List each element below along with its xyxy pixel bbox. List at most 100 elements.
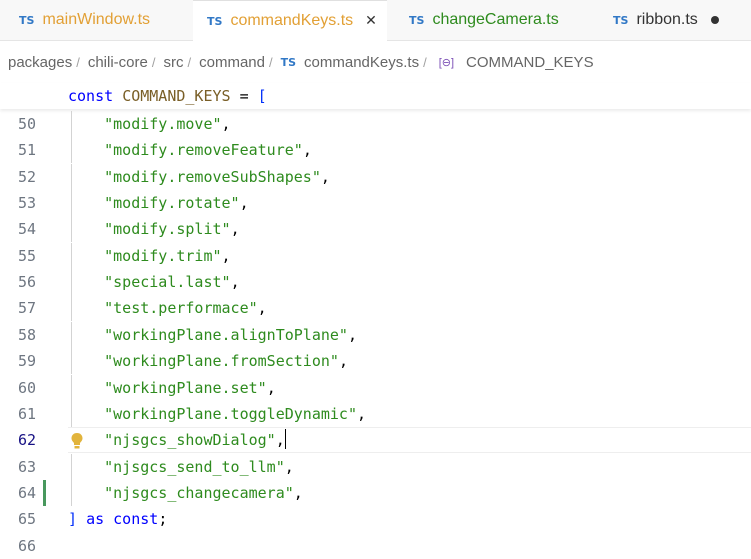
sticky-scroll-line[interactable]: const COMMAND_KEYS = [ [0,83,751,109]
unsaved-dot-icon[interactable] [710,16,719,24]
line-code: "modify.split", [68,216,240,242]
close-bracket: ] [68,510,78,529]
breadcrumb-file[interactable]: commandKeys.ts [304,54,419,71]
keyword-const: const [113,510,159,529]
keyword-const: const [68,87,114,105]
typescript-file-icon: TS [280,55,297,69]
comma: , [357,404,367,423]
code-line[interactable]: 50 "modify.move", [0,111,751,137]
line-code: "test.performace", [68,295,267,321]
typescript-file-icon: TS [207,14,223,28]
breadcrumb-separator: / [76,54,80,70]
line-number: 61 [17,404,36,423]
code-line[interactable]: 56 "special.last", [0,269,751,296]
code-line[interactable]: 55 "modify.trim", [0,242,751,269]
line-number: 51 [17,141,36,160]
comma: , [347,325,357,344]
string-literal: "njsgcs_showDialog" [104,431,276,450]
line-number: 55 [17,246,36,265]
comma: , [230,220,240,239]
git-added-gutter-marker[interactable] [43,479,46,506]
tab-mainwindow[interactable]: TS mainWindow.ts [0,0,192,40]
typescript-file-icon: TS [613,13,629,27]
variable-name: COMMAND_KEYS [122,87,231,105]
code-line[interactable]: 62 "njsgcs_showDialog", [0,427,751,454]
tab-changecamera[interactable]: TS changeCamera.ts [388,0,595,40]
tab-commandkeys[interactable]: TS commandKeys.ts ✕ [193,0,387,41]
line-number: 59 [17,352,36,371]
line-number: 65 [17,510,36,529]
line-code: "workingPlane.set", [68,375,276,401]
string-literal: "workingPlane.toggleDynamic" [104,404,357,423]
comma: , [221,115,231,133]
line-code: "modify.trim", [68,243,231,269]
comma: , [266,378,276,397]
close-icon[interactable]: ✕ [365,13,377,29]
code-line[interactable]: 58 "workingPlane.alignToPlane", [0,321,751,348]
code-line[interactable]: 54 "modify.split", [0,216,751,243]
code-line[interactable]: 60 "workingPlane.set", [0,374,751,401]
tab-label: ribbon.ts [636,11,698,28]
line-number: 60 [17,378,36,397]
string-literal: "modify.removeFeature" [104,141,303,160]
line-code: "special.last", [68,269,240,295]
comma: , [320,167,330,186]
open-bracket: [ [257,87,267,105]
breadcrumb-item[interactable]: packages [8,54,72,71]
code-editor[interactable]: 50 "modify.move", 51 "modify.removeFeatur… [0,111,751,555]
editor-tab-bar: TS mainWindow.ts TS commandKeys.ts ✕ TS … [0,0,751,41]
line-code: ] as const; [68,506,167,532]
line-number: 66 [17,536,36,555]
code-line[interactable]: 52 "modify.removeSubShapes", [0,163,751,190]
line-code: "modify.move", [68,111,231,137]
line-code: "workingPlane.fromSection", [68,348,348,374]
lightbulb-icon[interactable] [70,432,84,450]
breadcrumb-item[interactable]: chili-core [88,54,148,71]
breadcrumb-separator: / [187,54,192,70]
string-literal: "njsgcs_changecamera" [104,483,294,502]
comma: , [239,194,249,213]
comma: , [257,299,267,318]
comma: , [221,246,231,265]
comma: , [230,273,240,292]
comma: , [302,141,312,160]
symbol-constant-icon: [⊖] [438,56,455,69]
comma: , [284,457,294,476]
line-number: 62 [17,431,36,450]
assign-operator: = [230,87,258,105]
breadcrumb-item[interactable]: src [163,54,183,71]
code-line[interactable]: 61 "workingPlane.toggleDynamic", [0,400,751,427]
string-literal: "special.last" [104,273,231,292]
tab-ribbon[interactable]: TS ribbon.ts [596,0,751,40]
line-number: 57 [17,299,36,318]
breadcrumb-separator: / [268,54,273,70]
code-line[interactable]: 51 "modify.removeFeature", [0,137,751,164]
code-line[interactable]: 57 "test.performace", [0,295,751,322]
code-line[interactable]: 65 ] as const; [0,506,751,532]
line-code: "modify.removeFeature", [68,137,312,163]
typescript-file-icon: TS [409,13,425,27]
line-number: 64 [17,483,36,502]
code-line[interactable]: 59 "workingPlane.fromSection", [0,348,751,375]
line-code: "modify.removeSubShapes", [68,164,330,190]
code-line[interactable]: 66 [0,533,751,559]
semicolon: ; [158,510,168,529]
line-number: 56 [17,273,36,292]
tab-label: changeCamera.ts [432,11,559,28]
string-literal: "modify.rotate" [104,194,240,213]
tab-label: mainWindow.ts [42,11,151,28]
string-literal: "njsgcs_send_to_llm" [104,457,285,476]
breadcrumb-separator: / [423,54,427,70]
typescript-file-icon: TS [19,13,35,27]
line-number: 53 [17,194,36,213]
line-number: 63 [17,457,36,476]
line-number: 50 [17,115,36,133]
code-line[interactable]: 53 "modify.rotate", [0,190,751,217]
breadcrumb-item[interactable]: command [199,54,265,71]
string-literal: "modify.move" [104,115,222,133]
string-literal: "workingPlane.alignToPlane" [104,325,348,344]
code-line[interactable]: 63 "njsgcs_send_to_llm", [0,453,751,480]
breadcrumb-symbol[interactable]: COMMAND_KEYS [466,54,594,71]
code-line[interactable]: 64 "njsgcs_changecamera", [0,479,751,506]
comma: , [293,483,303,502]
